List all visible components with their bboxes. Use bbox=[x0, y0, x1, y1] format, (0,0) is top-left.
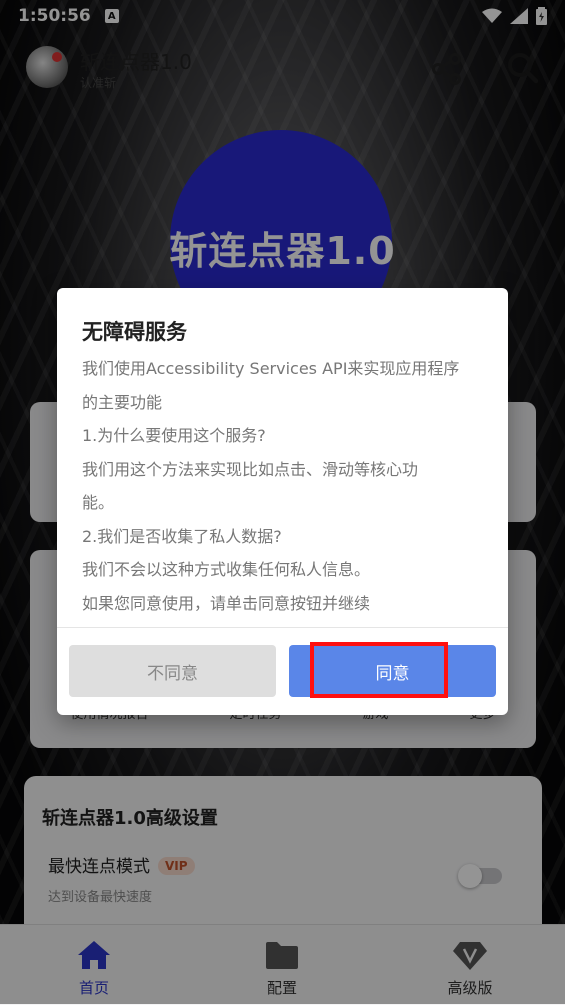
dialog-line: 我们用这个方法来实现比如点击、滑动等核心功 bbox=[82, 459, 419, 479]
dialog-line: 2.我们是否收集了私人数据? bbox=[82, 526, 282, 546]
dialog-line: 能。 bbox=[82, 493, 115, 512]
dialog-body: 我们使用Accessibility Services API来实现应用程序 的主… bbox=[82, 352, 486, 620]
dialog-line: 如果您同意使用，请单击同意按钮并继续 bbox=[82, 593, 371, 613]
dialog-title: 无障碍服务 bbox=[82, 320, 187, 344]
dialog-line: 我们使用Accessibility Services API来实现应用程序 bbox=[82, 359, 460, 378]
dialog-line: 我们不会以这种方式收集任何私人信息。 bbox=[82, 560, 371, 579]
dialog-divider bbox=[57, 627, 508, 628]
disagree-button[interactable]: 不同意 bbox=[69, 645, 276, 697]
dialog-line: 1.为什么要使用这个服务? bbox=[82, 426, 266, 445]
agree-highlight-box bbox=[310, 642, 448, 698]
dialog-line: 的主要功能 bbox=[82, 392, 163, 412]
